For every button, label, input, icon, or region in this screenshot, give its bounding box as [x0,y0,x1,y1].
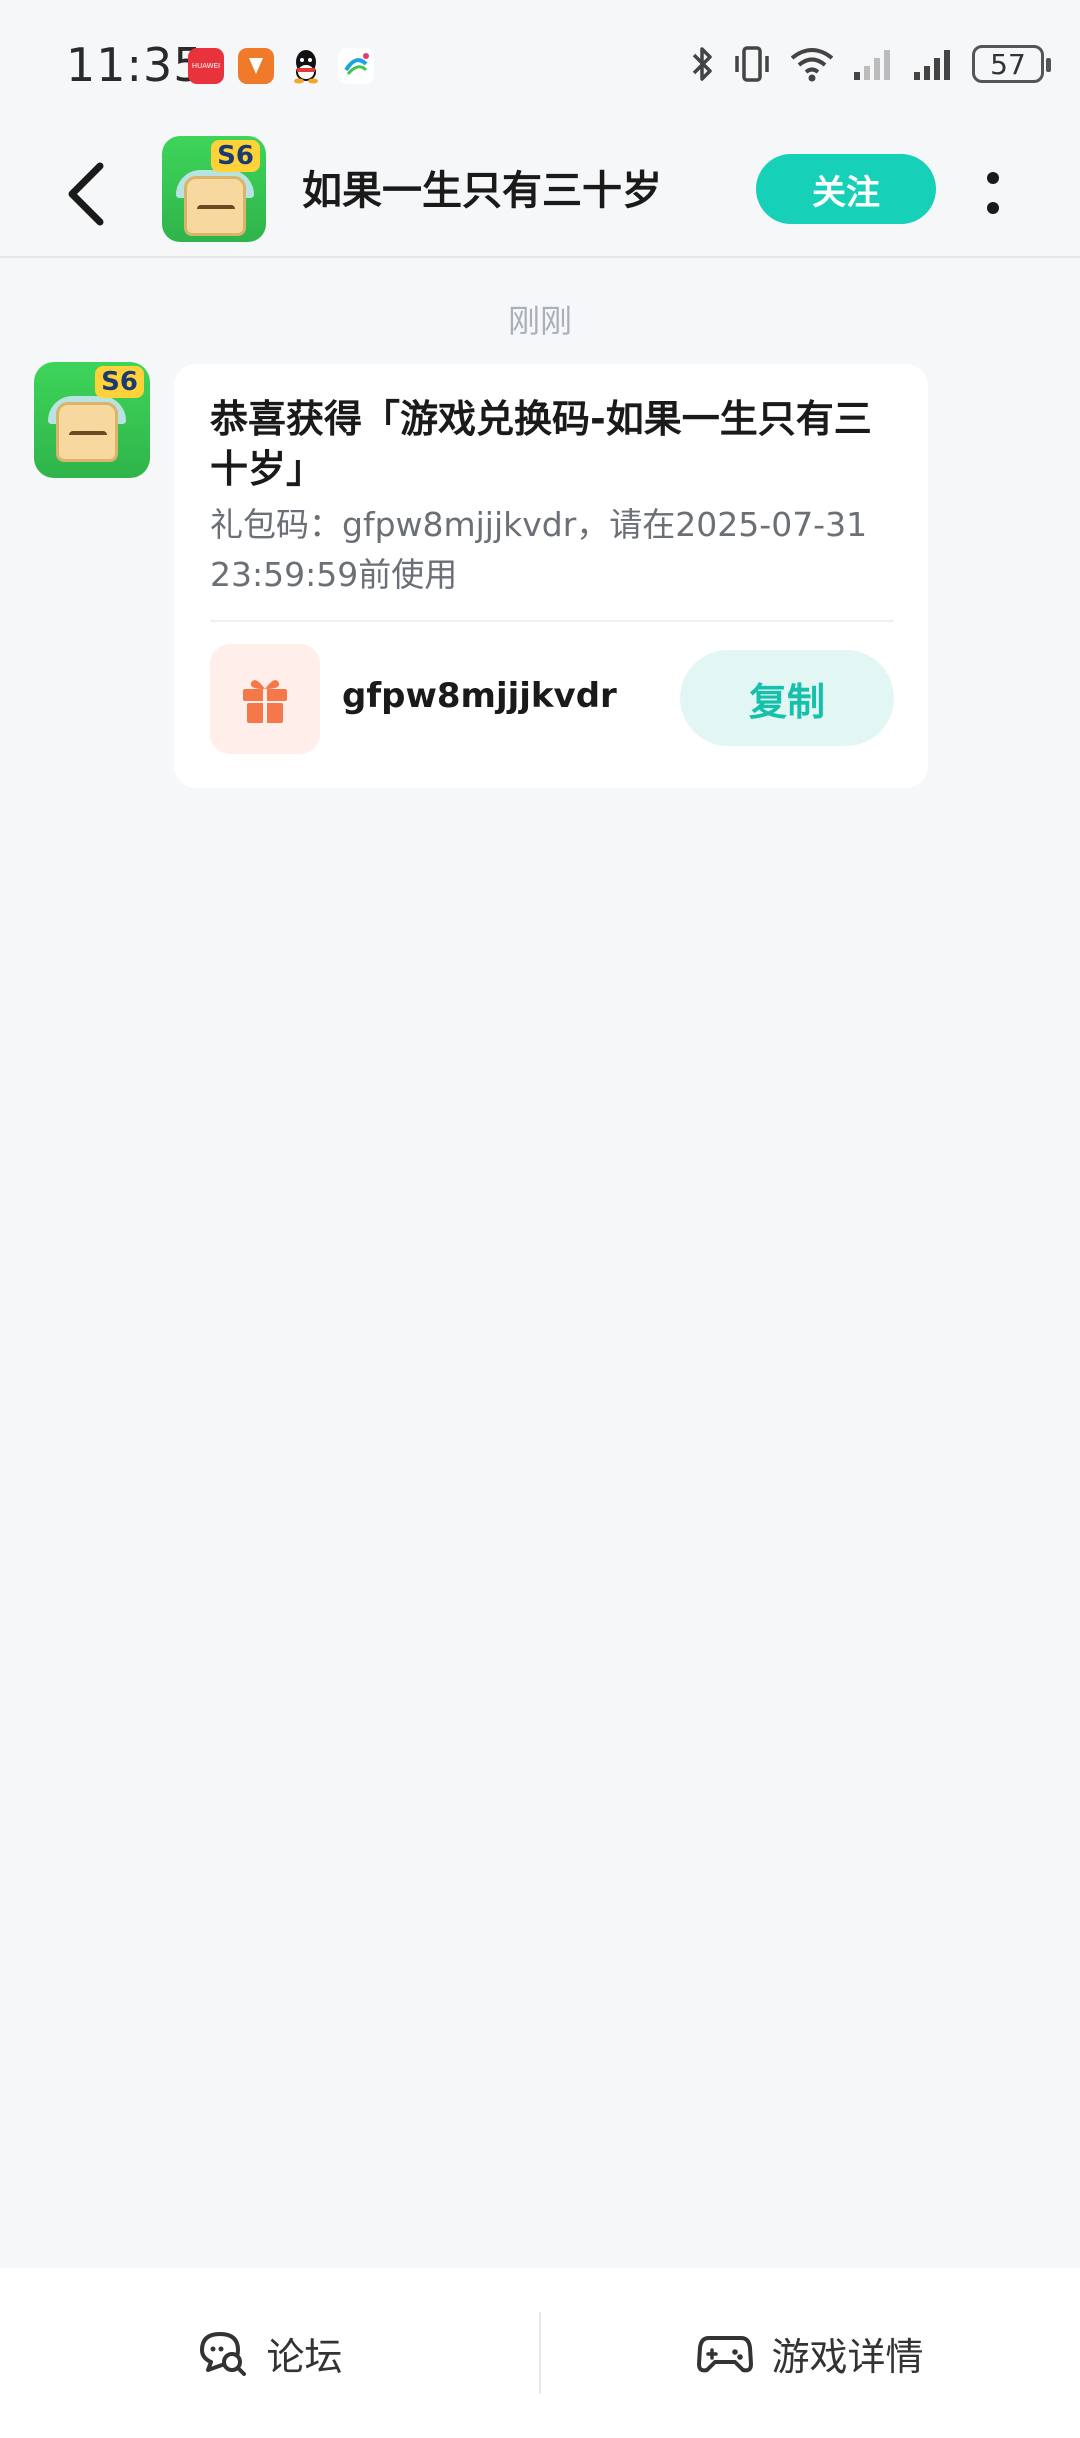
game-avatar[interactable]: S6 [162,136,266,242]
qq-icon [288,48,324,84]
follow-button[interactable]: 关注 [756,154,936,224]
forum-label: 论坛 [266,2334,343,2379]
more-vertical-icon [987,172,999,214]
status-bar: 11:35 HUAWEI 57 [0,0,1080,130]
battery-indicator: 57 [972,45,1051,83]
gift-icon [210,644,320,754]
bottom-nav: 论坛 游戏详情 [0,2268,1080,2438]
signal-icon-sim2 [914,50,950,80]
notification-icons: HUAWEI [188,48,374,84]
huawei-appgallery-icon: HUAWEI [188,48,224,84]
status-time: 11:35 [66,38,204,92]
status-icons: 57 [690,44,1051,84]
game-art-face [184,176,246,236]
sender-avatar[interactable]: S6 [34,362,150,478]
bluetooth-icon [692,47,712,81]
signal-icon-sim1 [854,50,890,80]
wifi-icon [790,48,834,82]
card-divider [210,620,894,622]
sender-art-face [56,402,118,462]
screen: 11:35 HUAWEI 57 S6 如果一生只有三十岁 关注 刚刚 S6 恭喜… [0,0,1080,2438]
message-timestamp: 刚刚 [507,302,572,340]
copy-button[interactable]: 复制 [680,650,894,746]
game-detail-label: 游戏详情 [771,2334,924,2379]
vibrate-icon [735,46,769,82]
message-description: 礼包码：gfpw8mjjjkvdr，请在2025-07-31 23:59:59前… [210,505,868,594]
kuaishou-icon [238,48,274,84]
forum-chat-icon [200,2332,247,2376]
message-title: 恭喜获得「游戏兑换码-如果一生只有三十岁」 [210,397,872,491]
huawei-label: HUAWEI [191,62,221,70]
game-badge: S6 [211,140,260,172]
gift-message-card: 恭喜获得「游戏兑换码-如果一生只有三十岁」 礼包码：gfpw8mjjjkvdr，… [174,364,928,788]
page-title: 如果一生只有三十岁 [302,168,662,214]
chevron-left-icon [68,162,104,226]
forum-tab[interactable]: 论坛 [0,2268,539,2438]
chat-header: S6 如果一生只有三十岁 关注 [0,130,1080,258]
china-mobile-icon [338,48,374,84]
back-button[interactable] [60,156,120,232]
more-button[interactable] [978,156,1008,232]
gamepad-icon [697,2336,754,2373]
game-detail-tab[interactable]: 游戏详情 [541,2268,1080,2438]
sender-badge: S6 [95,366,144,398]
redeem-code: gfpw8mjjjkvdr [342,676,617,716]
